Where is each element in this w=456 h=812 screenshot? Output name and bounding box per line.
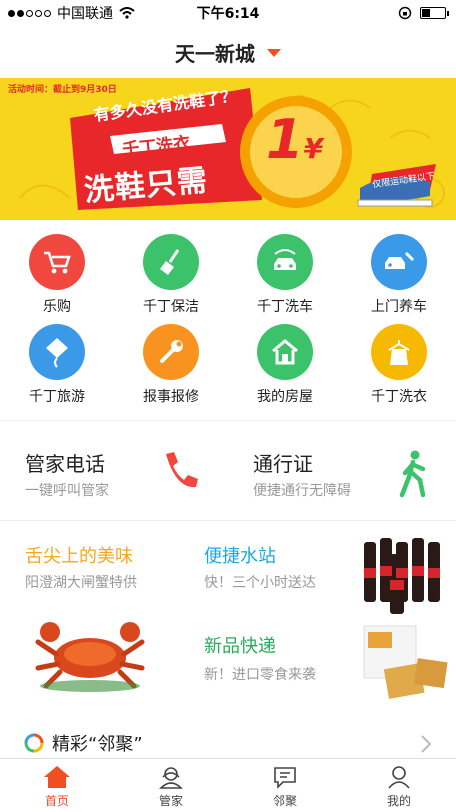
grid-item-cleaning[interactable]: 千丁保洁	[114, 230, 228, 320]
house-icon	[257, 324, 313, 380]
chevron-right-icon[interactable]	[420, 734, 432, 754]
wrench-icon	[143, 324, 199, 380]
community-title: 天一新城	[175, 41, 255, 66]
home-icon	[44, 766, 70, 788]
tab-label: 首页	[44, 794, 69, 808]
battery-icon	[420, 7, 449, 19]
snacks-image	[363, 625, 448, 699]
snacks-promo-subtitle: 新！进口零食来袭	[204, 667, 316, 683]
broom-icon	[143, 234, 199, 290]
water-promo-title: 便捷水站	[204, 546, 276, 567]
tab-label: 邻聚	[272, 794, 297, 808]
grid-label: 千丁旅游	[29, 389, 85, 405]
profile-icon	[388, 766, 410, 789]
car-wash-icon	[257, 234, 313, 290]
neighbor-section-header[interactable]: 精彩“邻聚”	[0, 728, 456, 758]
svc-title: 管家电话	[25, 452, 105, 476]
grid-label: 千丁保洁	[143, 299, 199, 315]
grid-label: 千丁洗衣	[371, 389, 427, 405]
cart-icon	[29, 234, 85, 290]
clothes-icon	[371, 324, 427, 380]
tab-home[interactable]: 首页	[0, 759, 114, 812]
tab-butler[interactable]: 管家	[114, 759, 228, 812]
phone-icon	[166, 452, 198, 488]
grid-label: 上门养车	[371, 299, 427, 315]
cola-image	[364, 538, 440, 614]
svc-subtitle: 一键呼叫管家	[25, 483, 109, 499]
grid-item-lego[interactable]: 乐购	[0, 230, 114, 320]
grid-label: 乐购	[43, 299, 71, 315]
pass-card[interactable]: 通行证 便捷通行无障碍	[228, 428, 456, 518]
grid-item-laundry[interactable]: 千丁洗衣	[342, 320, 456, 410]
grid-item-travel[interactable]: 千丁旅游	[0, 320, 114, 410]
crab-image	[35, 622, 145, 692]
water-promo[interactable]: 便捷水站 快！三个小时送达	[196, 522, 456, 620]
banner-price: 1¥	[266, 108, 323, 171]
divider	[0, 420, 456, 421]
food-promo-title: 舌尖上的美味	[25, 546, 133, 567]
butler-phone-card[interactable]: 管家电话 一键呼叫管家	[0, 428, 228, 518]
promo-section: 舌尖上的美味 阳澄湖大闸蟹特供 便捷水站 快！三个小时送达 新品快递 新！进口零…	[0, 522, 456, 718]
banner-date: 活动时间：截止到9月30日	[8, 85, 117, 95]
quick-services: 管家电话 一键呼叫管家 通行证 便捷通行无障碍	[0, 428, 456, 518]
grid-item-car-service[interactable]: 上门养车	[342, 230, 456, 320]
svc-title: 通行证	[253, 452, 313, 476]
walking-person-icon	[399, 450, 426, 498]
car-repair-icon	[371, 234, 427, 290]
loading-ring-icon	[24, 733, 44, 753]
snacks-promo-title: 新品快递	[204, 636, 276, 657]
snacks-promo[interactable]: 新品快递 新！进口零食来袭	[196, 620, 456, 718]
grid-item-carwash[interactable]: 千丁洗车	[228, 230, 342, 320]
svc-subtitle: 便捷通行无障碍	[253, 483, 351, 499]
water-promo-subtitle: 快！三个小时送达	[204, 575, 316, 591]
grid-item-my-house[interactable]: 我的房屋	[228, 320, 342, 410]
service-grid: 乐购 千丁保洁 千丁洗车 上门养车 千丁旅游 报事报修 我的房屋 千丁洗衣	[0, 230, 456, 410]
dropdown-caret-icon	[267, 49, 281, 57]
tab-bar: 首页 管家 邻聚 我的	[0, 758, 456, 812]
grid-item-repair[interactable]: 报事报修	[114, 320, 228, 410]
food-promo[interactable]: 舌尖上的美味 阳澄湖大闸蟹特供	[0, 522, 196, 718]
butler-icon	[159, 767, 183, 789]
kite-icon	[29, 324, 85, 380]
tab-label: 我的	[386, 794, 411, 808]
promo-banner[interactable]: 活动时间：截止到9月30日 有多久没有洗鞋了？ 千丁洗衣 洗鞋只需 1¥ 仅限运…	[0, 78, 456, 220]
grid-label: 我的房屋	[257, 389, 313, 405]
grid-label: 报事报修	[143, 389, 199, 405]
section-title: 精彩“邻聚”	[52, 734, 143, 755]
status-bar: 中国联通 下午6:14	[0, 0, 456, 26]
banner-currency: ¥	[303, 132, 324, 165]
food-promo-subtitle: 阳澄湖大闸蟹特供	[25, 575, 137, 591]
tab-label: 管家	[158, 794, 183, 808]
rotation-lock-icon	[398, 6, 412, 20]
grid-label: 千丁洗车	[257, 299, 313, 315]
community-selector[interactable]: 天一新城	[0, 26, 456, 78]
chat-icon	[274, 767, 296, 789]
tab-profile[interactable]: 我的	[342, 759, 456, 812]
divider	[0, 520, 456, 521]
banner-price-value: 1	[266, 108, 304, 171]
status-time: 下午6:14	[196, 6, 260, 22]
tab-neighbors[interactable]: 邻聚	[228, 759, 342, 812]
